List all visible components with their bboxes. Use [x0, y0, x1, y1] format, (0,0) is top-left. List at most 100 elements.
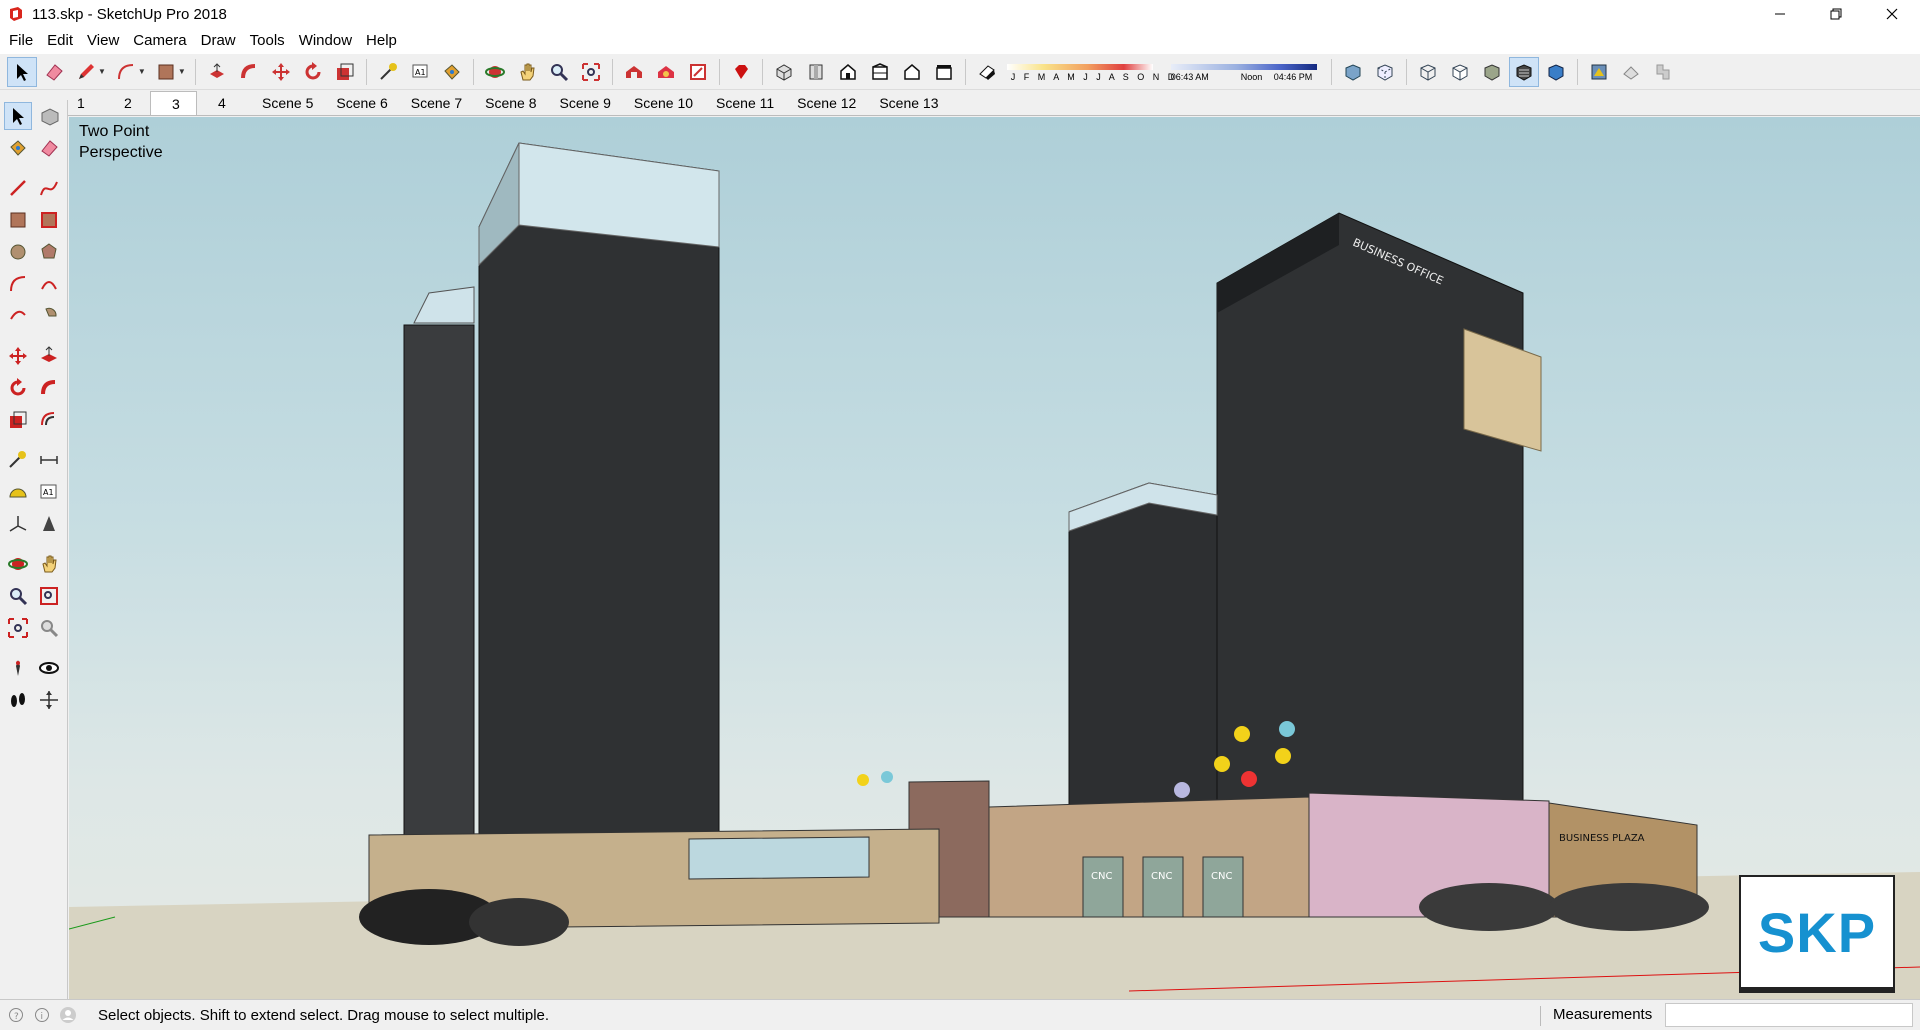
extension-warehouse-button[interactable]	[651, 57, 681, 87]
follow-me-tool-button[interactable]	[234, 57, 264, 87]
back-edges-button[interactable]	[1370, 57, 1400, 87]
zoom-tool-button[interactable]	[4, 582, 32, 610]
ruby-console-button[interactable]	[726, 57, 756, 87]
text-tool-button[interactable]: A1	[405, 57, 435, 87]
left-view-button[interactable]	[929, 57, 959, 87]
rotate-tool-button[interactable]	[298, 57, 328, 87]
push-pull-tool-button[interactable]	[202, 57, 232, 87]
rotated-rectangle-tool-button[interactable]	[36, 206, 64, 234]
close-button[interactable]	[1864, 0, 1920, 28]
rectangle-tool-button[interactable]	[151, 57, 181, 87]
pan-tool-button[interactable]	[512, 57, 542, 87]
credits-button[interactable]: i	[32, 1005, 52, 1025]
axes-tool-button[interactable]	[4, 510, 32, 538]
shape-dropdown[interactable]: ▼	[178, 67, 186, 76]
scene-tab-5[interactable]: Scene 5	[255, 91, 320, 115]
paint-bucket-tool-button[interactable]	[4, 134, 32, 162]
xray-button[interactable]	[1338, 57, 1368, 87]
look-around-tool-button[interactable]	[36, 654, 64, 682]
push-pull-tool-button[interactable]	[36, 342, 64, 370]
freehand-tool-button[interactable]	[36, 174, 64, 202]
polygon-tool-button[interactable]	[36, 238, 64, 266]
scene-tab-13[interactable]: Scene 13	[872, 91, 945, 115]
circle-tool-button[interactable]	[4, 238, 32, 266]
rectangle-tool-button[interactable]	[4, 206, 32, 234]
arc-tool-button[interactable]	[4, 270, 32, 298]
3d-text-tool-button[interactable]	[36, 510, 64, 538]
zoom-extents-tool-button[interactable]	[4, 614, 32, 642]
section-display-button[interactable]	[1616, 57, 1646, 87]
layout-button[interactable]	[683, 57, 713, 87]
follow-me-tool-button[interactable]	[36, 374, 64, 402]
shadow-time-slider[interactable]: 06:43 AM Noon 04:46 PM	[1170, 59, 1317, 85]
pencil-dropdown[interactable]: ▼	[98, 67, 106, 76]
scene-tab-7[interactable]: Scene 7	[404, 91, 469, 115]
top-view-button[interactable]	[801, 57, 831, 87]
measurements-input[interactable]	[1665, 1003, 1913, 1027]
move-tool-button[interactable]	[4, 342, 32, 370]
paint-bucket-tool-button[interactable]	[437, 57, 467, 87]
scene-tab-11[interactable]: Scene 11	[709, 91, 781, 115]
scene-tab-8[interactable]: Scene 8	[478, 91, 543, 115]
select-tool-button[interactable]	[7, 56, 37, 87]
scene-tab-3[interactable]: 3	[150, 90, 197, 115]
menu-camera[interactable]: Camera	[126, 28, 193, 54]
walk-tool-button[interactable]	[4, 686, 32, 714]
menu-window[interactable]: Window	[292, 28, 359, 54]
menu-help[interactable]: Help	[359, 28, 404, 54]
offset-tool-button[interactable]	[36, 406, 64, 434]
shaded-textures-button[interactable]	[1508, 56, 1539, 87]
restore-button[interactable]	[1808, 0, 1864, 28]
orbit-tool-button[interactable]	[480, 57, 510, 87]
scale-tool-button[interactable]	[330, 57, 360, 87]
text-tool-button[interactable]: A1	[36, 478, 64, 506]
pencil-tool-button[interactable]	[71, 57, 101, 87]
rotate-tool-button[interactable]	[4, 374, 32, 402]
menu-tools[interactable]: Tools	[243, 28, 292, 54]
scene-tab-2[interactable]: 2	[103, 91, 150, 115]
three-point-arc-tool-button[interactable]	[4, 302, 32, 330]
wireframe-button[interactable]	[1413, 57, 1443, 87]
hidden-line-button[interactable]	[1445, 57, 1475, 87]
back-view-button[interactable]	[897, 57, 927, 87]
component-tool-button[interactable]	[36, 102, 63, 130]
section-plane-tool-button[interactable]	[36, 686, 64, 714]
arc-tool-button[interactable]	[111, 57, 141, 87]
dimension-tool-button[interactable]	[36, 446, 64, 474]
zoom-window-tool-button[interactable]	[36, 582, 64, 610]
minimize-button[interactable]	[1752, 0, 1808, 28]
pan-tool-button[interactable]	[36, 550, 64, 578]
tape-measure-tool-button[interactable]	[373, 57, 403, 87]
warehouse-button[interactable]	[619, 57, 649, 87]
orbit-tool-button[interactable]	[4, 550, 32, 578]
scale-tool-button[interactable]	[4, 406, 32, 434]
shadows-toggle-button[interactable]	[972, 57, 1002, 87]
right-view-button[interactable]	[865, 57, 895, 87]
section-cut-button[interactable]	[1648, 57, 1678, 87]
zoom-extents-tool-button[interactable]	[576, 57, 606, 87]
line-tool-button[interactable]	[4, 174, 32, 202]
user-button[interactable]	[58, 1005, 78, 1025]
zoom-tool-button[interactable]	[544, 57, 574, 87]
arc-dropdown[interactable]: ▼	[138, 67, 146, 76]
shaded-button[interactable]	[1477, 57, 1507, 87]
protractor-tool-button[interactable]	[4, 478, 32, 506]
scene-tab-9[interactable]: Scene 9	[553, 91, 618, 115]
move-tool-button[interactable]	[266, 57, 296, 87]
scene-tab-4[interactable]: 4	[197, 91, 255, 115]
scene-tab-6[interactable]: Scene 6	[329, 91, 394, 115]
previous-view-tool-button[interactable]	[36, 614, 64, 642]
scene-tab-10[interactable]: Scene 10	[627, 91, 700, 115]
iso-view-button[interactable]	[769, 57, 799, 87]
geo-location-button[interactable]: ?	[6, 1005, 26, 1025]
tape-measure-tool-button[interactable]	[4, 446, 32, 474]
two-point-arc-tool-button[interactable]	[36, 270, 64, 298]
front-view-button[interactable]	[833, 57, 863, 87]
menu-file[interactable]: File	[2, 28, 40, 54]
model-viewport[interactable]: BUSINESS OFFICE BUSINESS PLAZA CNC CNC C…	[69, 117, 1920, 999]
position-camera-tool-button[interactable]	[4, 654, 32, 682]
eraser-tool-button[interactable]	[36, 134, 64, 162]
pie-tool-button[interactable]	[36, 302, 64, 330]
eraser-tool-button[interactable]	[39, 57, 69, 87]
select-tool-button[interactable]	[4, 102, 32, 130]
